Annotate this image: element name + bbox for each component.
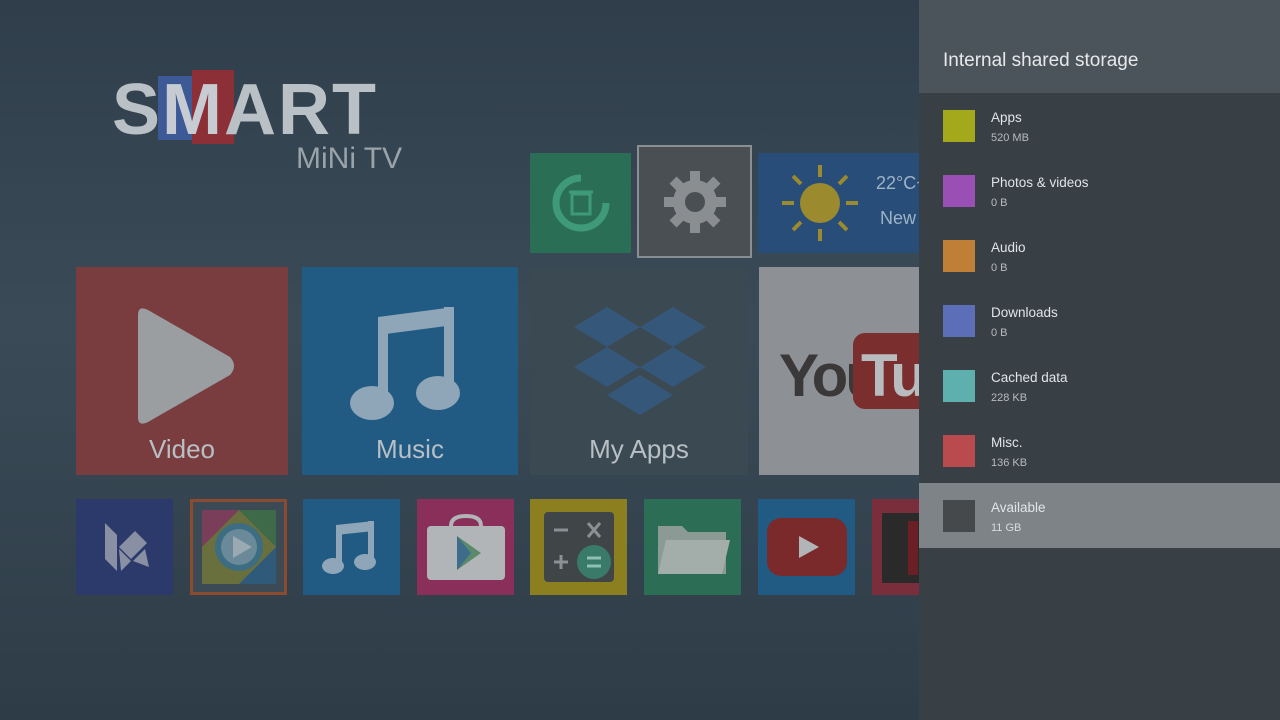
storage-item-available[interactable]: Available 11 GB [919, 483, 1280, 548]
storage-list: Apps 520 MB Photos & videos 0 B Audio 0 … [919, 93, 1280, 548]
my-apps-tile[interactable]: My Apps [530, 267, 748, 475]
panel-title: Internal shared storage [943, 50, 1139, 71]
color-swatch [943, 435, 975, 467]
launcher-background: S M ART MiNi TV 22°C New Video Music My … [0, 0, 920, 720]
storage-item-cached-data[interactable]: Cached data 228 KB [919, 353, 1280, 418]
kodi-icon [104, 523, 149, 571]
my-apps-label: My Apps [589, 434, 689, 464]
netflix-icon [882, 513, 920, 583]
color-swatch [943, 175, 975, 207]
calculator-app[interactable] [530, 499, 627, 595]
kodi-app[interactable] [76, 499, 173, 595]
music-note-icon [350, 307, 460, 420]
item-size: 11 GB [991, 522, 1022, 534]
netflix-app[interactable] [872, 499, 920, 595]
item-name: Audio [991, 240, 1026, 255]
logo-title: S [112, 70, 163, 150]
color-swatch [943, 305, 975, 337]
color-swatch [943, 370, 975, 402]
music-label: Music [376, 434, 444, 464]
video-tile[interactable]: Video [76, 267, 288, 475]
settings-tile[interactable] [637, 145, 752, 258]
media-player-icon [201, 510, 276, 584]
item-size: 0 B [991, 197, 1008, 209]
item-name: Downloads [991, 305, 1058, 320]
item-name: Available [991, 500, 1046, 515]
item-size: 136 KB [991, 457, 1028, 469]
calculator-icon [543, 512, 614, 582]
item-name: Cached data [991, 370, 1068, 385]
logo-subtitle: MiNi TV [296, 142, 403, 175]
item-name: Photos & videos [991, 175, 1089, 190]
youtube-logo-box: Tub [853, 333, 920, 409]
youtube-tile[interactable]: You Tub [759, 267, 920, 475]
storage-item-misc[interactable]: Misc. 136 KB [919, 418, 1280, 483]
storage-item-apps[interactable]: Apps 520 MB [919, 93, 1280, 158]
item-size: 0 B [991, 262, 1008, 274]
color-swatch [943, 110, 975, 142]
color-swatch [943, 240, 975, 272]
smart-mini-tv-logo: S M ART MiNi TV [112, 70, 412, 184]
item-size: 228 KB [991, 392, 1028, 404]
logo-letter-m: M [158, 70, 235, 150]
weather-temperature: 22°C~ [876, 173, 920, 193]
cleaner-icon [552, 174, 609, 232]
storage-item-audio[interactable]: Audio 0 B [919, 223, 1280, 288]
storage-panel: Internal shared storage Apps 520 MB Phot… [919, 0, 1280, 720]
play-icon [138, 308, 234, 424]
storage-item-downloads[interactable]: Downloads 0 B [919, 288, 1280, 353]
music-app[interactable] [303, 499, 400, 595]
weather-news: New [880, 208, 917, 228]
color-swatch [943, 500, 975, 532]
play-store-icon [426, 514, 505, 580]
youtube-app[interactable] [758, 499, 855, 595]
storage-item-photos-videos[interactable]: Photos & videos 0 B [919, 158, 1280, 223]
item-name: Misc. [991, 435, 1023, 450]
youtube-logo-box-text: Tub [861, 342, 920, 409]
youtube-icon [766, 518, 847, 576]
folder-icon [657, 526, 730, 574]
item-name: Apps [991, 110, 1022, 125]
logo-title-rest: ART [224, 70, 378, 150]
play-store-app[interactable] [417, 499, 514, 595]
dropbox-icon [574, 307, 706, 415]
item-size: 0 B [991, 327, 1008, 339]
gear-icon [663, 170, 726, 233]
video-label: Video [148, 434, 216, 464]
panel-header: Internal shared storage [919, 0, 1280, 93]
item-size: 520 MB [991, 132, 1029, 144]
media-player-app[interactable] [190, 499, 287, 595]
sun-icon [782, 165, 858, 241]
weather-tile[interactable]: 22°C~ New [758, 153, 920, 253]
music-tile[interactable]: Music [302, 267, 518, 475]
cleaner-tile[interactable] [530, 153, 631, 253]
music-note-icon [321, 521, 376, 574]
file-manager-app[interactable] [644, 499, 741, 595]
